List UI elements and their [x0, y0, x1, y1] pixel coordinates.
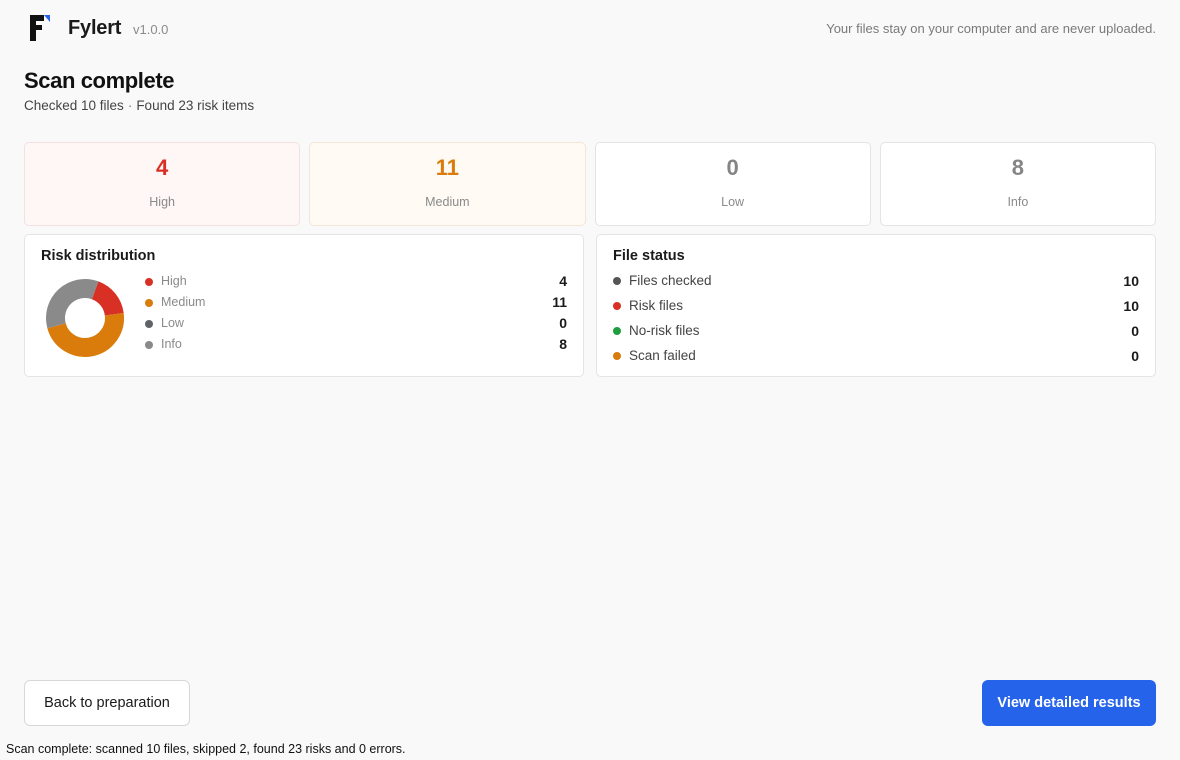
legend-dot — [145, 278, 153, 286]
status-value: 0 — [1131, 323, 1139, 339]
legend-value: 8 — [559, 336, 567, 352]
legend-dot — [145, 320, 153, 328]
app-name: Fylert — [68, 17, 122, 39]
status-item-scan-failed: Scan failed 0 — [613, 345, 1139, 370]
legend-dot — [145, 299, 153, 307]
risk-donut-chart — [46, 279, 124, 357]
status-dot — [613, 327, 621, 335]
fylert-logo-icon — [30, 15, 50, 41]
back-to-preparation-button[interactable]: Back to preparation — [24, 680, 190, 726]
severity-card-low: 0 Low — [594, 142, 871, 226]
legend-label: Medium — [161, 295, 206, 309]
app-header: Fylert v1.0.0 Your files stay on your co… — [24, 12, 1156, 44]
checked-files-text: Checked 10 files — [24, 98, 124, 113]
severity-label: High — [149, 195, 175, 209]
risk-distribution-panel: Risk distribution High 4 Medium 11 Low 0… — [24, 234, 584, 377]
status-item-no-risk-files: No-risk files 0 — [613, 320, 1139, 345]
donut-slice-medium — [47, 313, 124, 357]
subtitle-separator: · — [127, 98, 133, 113]
severity-label: Info — [1007, 195, 1029, 209]
status-dot — [613, 302, 621, 310]
status-dot — [613, 277, 621, 285]
status-label: No-risk files — [629, 323, 700, 338]
status-dot — [613, 352, 621, 360]
file-status-panel: File status Files checked 10 Risk files … — [596, 234, 1156, 377]
donut-slice-info — [46, 279, 99, 329]
status-label: Scan failed — [629, 348, 696, 363]
privacy-note: Your files stay on your computer and are… — [826, 21, 1156, 36]
severity-card-info: 8 Info — [879, 142, 1156, 226]
legend-value: 11 — [552, 294, 567, 310]
view-detailed-results-button[interactable]: View detailed results — [982, 680, 1156, 726]
status-value: 10 — [1123, 273, 1139, 289]
severity-label: Medium — [425, 195, 470, 209]
legend-value: 0 — [559, 315, 567, 331]
status-label: Files checked — [629, 273, 712, 288]
found-risks-text: Found 23 risk items — [136, 98, 255, 113]
severity-summary-cards: 4 High 11 Medium 0 Low 8 Info — [24, 142, 1156, 226]
severity-count: 0 — [726, 155, 739, 180]
legend-label: High — [161, 274, 187, 288]
severity-card-medium: 11 Medium — [309, 142, 586, 226]
status-label: Risk files — [629, 298, 684, 313]
status-item-files-checked: Files checked 10 — [613, 270, 1139, 295]
legend-dot — [145, 341, 153, 349]
status-item-risk-files: Risk files 10 — [613, 295, 1139, 320]
legend-item-low: Low 0 — [145, 313, 567, 334]
status-value: 0 — [1131, 348, 1139, 364]
severity-count: 4 — [156, 155, 169, 180]
severity-count: 11 — [435, 155, 459, 180]
file-status-list: Files checked 10 Risk files 10 No-risk f… — [613, 270, 1139, 370]
donut-slice-high — [91, 281, 124, 317]
severity-card-high: 4 High — [24, 142, 301, 226]
legend-item-high: High 4 — [145, 271, 567, 292]
panel-title: Risk distribution — [41, 248, 156, 264]
status-bar-text: Scan complete: scanned 10 files, skipped… — [6, 742, 406, 756]
page-title: Scan complete — [24, 68, 175, 93]
legend-label: Low — [161, 316, 184, 330]
status-value: 10 — [1123, 298, 1139, 314]
legend-item-info: Info 8 — [145, 334, 567, 355]
severity-count: 8 — [1011, 155, 1024, 180]
app-version: v1.0.0 — [133, 22, 169, 37]
legend-item-medium: Medium 11 — [145, 292, 567, 313]
legend-label: Info — [161, 337, 182, 351]
severity-label: Low — [721, 195, 745, 209]
panel-title: File status — [613, 248, 685, 264]
legend-value: 4 — [559, 273, 567, 289]
risk-legend: High 4 Medium 11 Low 0 Info 8 — [145, 271, 567, 355]
scan-summary-subtitle: Checked 10 files · Found 23 risk items — [24, 98, 254, 113]
